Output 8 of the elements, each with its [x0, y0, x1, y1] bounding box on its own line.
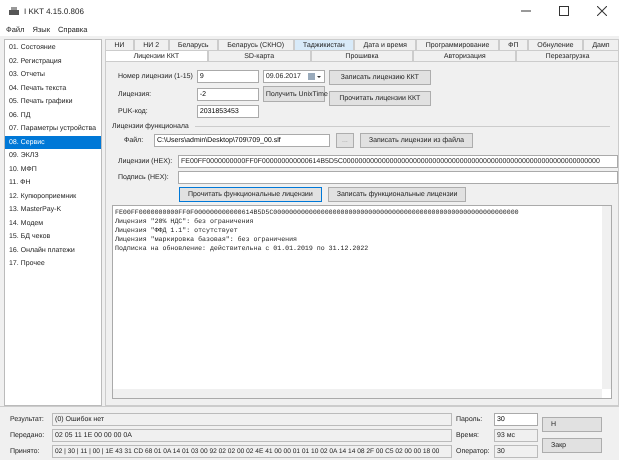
close-icon[interactable]: [597, 6, 607, 16]
printer-icon: [8, 6, 20, 16]
horizontal-scrollbar[interactable]: [113, 389, 602, 398]
signature-hex-field[interactable]: [178, 171, 618, 184]
maximize-icon[interactable]: [559, 6, 569, 16]
vertical-scrollbar[interactable]: [602, 206, 611, 389]
window-title: I KKT 4.15.0.806: [24, 6, 84, 16]
calendar-dropdown-icon[interactable]: [308, 72, 322, 80]
